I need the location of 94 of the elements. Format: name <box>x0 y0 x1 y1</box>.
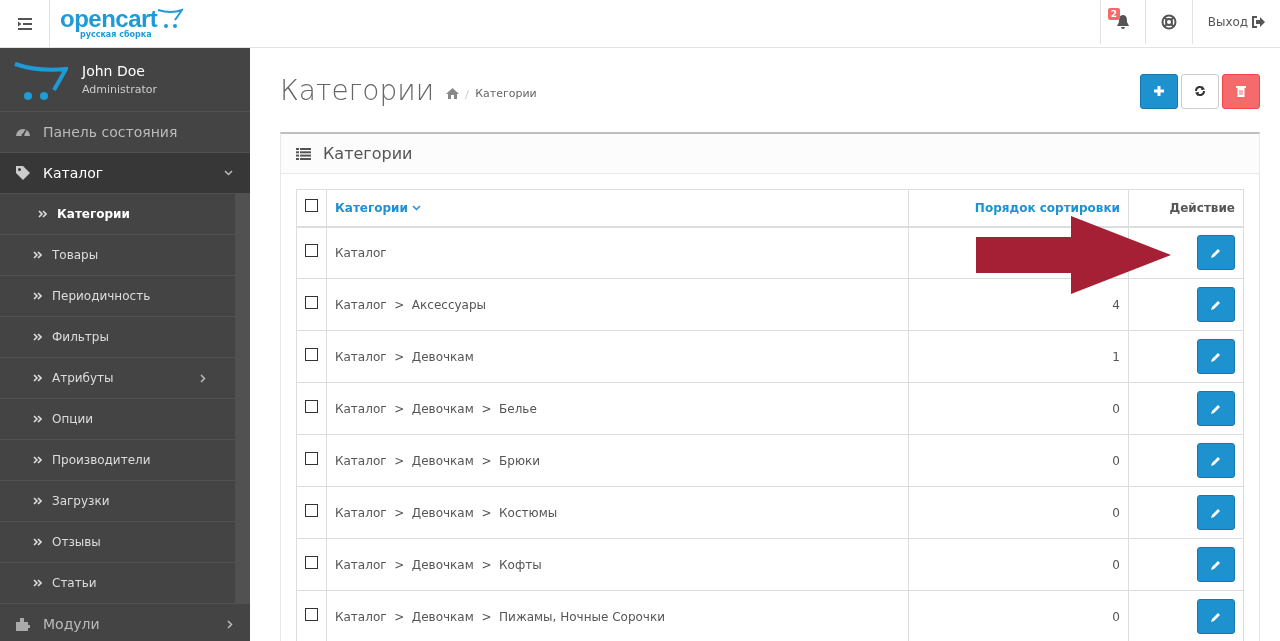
chevron-right-icon <box>200 373 206 383</box>
row-checkbox[interactable] <box>305 451 318 465</box>
double-chevron-icon <box>33 333 42 341</box>
row-checkbox[interactable] <box>305 607 318 621</box>
puzzle-icon <box>15 616 31 632</box>
double-chevron-icon <box>33 497 42 505</box>
notification-count-badge: 2 <box>1107 7 1120 20</box>
chevron-down-icon <box>224 170 233 176</box>
row-checkbox[interactable] <box>305 555 318 569</box>
list-icon <box>296 147 311 160</box>
column-sort-link[interactable]: Категории <box>335 200 422 215</box>
sidebar-subitem[interactable]: Загрузки <box>0 481 235 522</box>
row-checkbox[interactable] <box>305 295 318 309</box>
sort-order: 0 <box>1112 453 1120 468</box>
sidebar-subitem[interactable]: Фильтры <box>0 317 235 358</box>
edit-button[interactable] <box>1197 391 1235 426</box>
sidebar-item[interactable]: Каталог <box>0 153 250 194</box>
sidebar-subitem[interactable]: Статьи <box>0 563 235 604</box>
delete-button[interactable] <box>1222 73 1260 109</box>
edit-button[interactable] <box>1197 495 1235 530</box>
sidebar-subitem[interactable]: Категории <box>0 194 235 235</box>
sign-out-icon <box>1252 15 1265 28</box>
logo-subtitle: русская сборка <box>80 30 152 39</box>
panel-title: Категории <box>323 142 413 165</box>
double-chevron-icon <box>33 579 42 587</box>
category-name: Каталог <box>335 245 387 260</box>
page-title: Категории <box>280 74 435 108</box>
bell-icon <box>1115 14 1130 29</box>
sort-order: 4 <box>1112 297 1120 312</box>
category-name: Каталог > Девочкам > Белье <box>335 401 537 416</box>
double-chevron-icon <box>33 538 42 546</box>
sidebar-subitem[interactable]: Товары <box>0 235 235 276</box>
edit-button[interactable] <box>1197 547 1235 582</box>
sidebar-item[interactable]: Модули <box>0 604 250 641</box>
breadcrumb-link[interactable]: Категории <box>475 85 537 103</box>
trash-icon <box>1236 85 1246 97</box>
lifebuoy-icon <box>1160 13 1177 30</box>
double-chevron-icon <box>33 456 42 464</box>
pencil-icon <box>1211 507 1221 518</box>
sidebar-subitem[interactable]: Опции <box>0 399 235 440</box>
pencil-icon <box>1211 559 1221 570</box>
double-chevron-icon <box>33 251 42 259</box>
row-checkbox[interactable] <box>305 399 318 413</box>
double-chevron-icon <box>38 210 47 218</box>
sort-order: 0 <box>1112 401 1120 416</box>
sidebar-subitem[interactable]: Атрибуты <box>0 358 235 399</box>
home-icon <box>446 88 460 100</box>
category-name: Каталог > Девочкам <box>335 349 474 364</box>
category-name: Каталог > Аксессуары <box>335 297 487 312</box>
category-name: Каталог > Девочкам > Кофты <box>335 557 542 572</box>
row-checkbox[interactable] <box>305 503 318 517</box>
chevron-right-icon <box>227 619 233 629</box>
select-all-checkbox[interactable] <box>305 198 318 212</box>
user-name: John Doe <box>82 61 146 81</box>
cart-logo-icon <box>14 59 68 100</box>
pencil-icon <box>1211 299 1221 310</box>
double-chevron-icon <box>33 374 42 382</box>
tag-icon <box>15 165 31 181</box>
sidebar-subitem[interactable]: Производители <box>0 440 235 481</box>
sort-order: 0 <box>1112 557 1120 572</box>
edit-button[interactable] <box>1197 235 1235 271</box>
sidebar-subitem[interactable]: Отзывы <box>0 522 235 563</box>
sidebar-item[interactable]: Панель состояния <box>0 112 250 153</box>
menu-icon <box>17 17 32 30</box>
plus-icon <box>1154 86 1164 96</box>
edit-button[interactable] <box>1197 287 1235 322</box>
refresh-button[interactable] <box>1181 73 1219 109</box>
sort-order: 0 <box>1112 505 1120 520</box>
add-button[interactable] <box>1140 73 1178 109</box>
pencil-icon <box>1211 403 1221 414</box>
category-name: Каталог > Девочкам > Пижамы, Ночные Сорочки <box>335 609 665 624</box>
pencil-icon <box>1211 611 1221 622</box>
edit-button[interactable] <box>1197 339 1235 374</box>
edit-button[interactable] <box>1197 599 1235 634</box>
pencil-icon <box>1211 351 1221 362</box>
refresh-icon <box>1194 85 1206 97</box>
edit-button[interactable] <box>1197 443 1235 478</box>
category-name: Каталог > Девочкам > Брюки <box>335 453 541 468</box>
pencil-icon <box>1211 455 1221 466</box>
double-chevron-icon <box>33 415 42 423</box>
sidebar-subitem[interactable]: Периодичность <box>0 276 235 317</box>
row-checkbox[interactable] <box>305 347 318 361</box>
chevron-down-icon <box>412 205 422 212</box>
sort-order: 0 <box>1112 609 1120 624</box>
cart-logo-icon <box>157 8 184 30</box>
user-role: Administrator <box>82 81 157 98</box>
row-checkbox[interactable] <box>305 243 318 257</box>
double-chevron-icon <box>33 292 42 300</box>
pencil-icon <box>1211 247 1221 258</box>
sort-order: 1 <box>1112 349 1120 364</box>
category-name: Каталог > Девочкам > Костюмы <box>335 505 558 520</box>
logout-link[interactable]: Выход <box>1191 0 1280 44</box>
column-header: Действие <box>1169 200 1235 215</box>
logo-text: opencart <box>60 8 158 30</box>
